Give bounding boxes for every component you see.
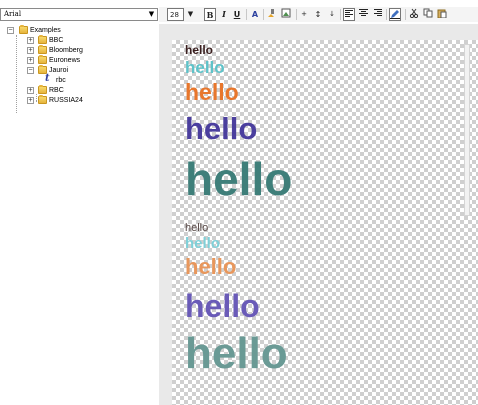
- align-right-icon[interactable]: [371, 8, 383, 21]
- subscript-button[interactable]: ↓: [327, 8, 337, 21]
- tree-item-label: RUSSIA24: [49, 97, 83, 104]
- hello-sample-1: hello: [185, 43, 214, 57]
- toolbar-separator: [296, 9, 297, 20]
- tree-item-rbc-text[interactable]: t rbc: [45, 73, 145, 85]
- tree-item-label: BBC: [49, 37, 64, 44]
- toolbar-separator: [263, 9, 264, 20]
- align-left-icon[interactable]: [343, 8, 355, 21]
- folder-icon: [19, 25, 28, 34]
- italic-button[interactable]: I: [218, 8, 230, 21]
- expand-icon[interactable]: +: [27, 47, 34, 54]
- expand-icon[interactable]: +: [27, 37, 34, 44]
- copy-icon[interactable]: [422, 8, 434, 21]
- expand-icon[interactable]: +: [27, 57, 34, 64]
- text-color-button[interactable]: A: [249, 8, 261, 21]
- superscript-button[interactable]: +: [299, 8, 309, 21]
- tree-item-label: Examples: [30, 27, 61, 34]
- toolbar-separator: [340, 9, 341, 20]
- folder-tree[interactable]: − Examples + BBC + Bloomberg + Euronews …: [0, 22, 158, 405]
- collapse-icon[interactable]: −: [27, 67, 34, 74]
- tree-item-label: rbc: [56, 77, 66, 84]
- folder-icon: [38, 85, 47, 94]
- cut-icon[interactable]: [408, 8, 420, 21]
- hello-sample-3: hello: [185, 79, 239, 105]
- font-family-value: Arial: [4, 10, 22, 18]
- folder-icon: [38, 95, 47, 104]
- hello-sample-10: hello: [185, 329, 288, 378]
- toolbar-separator: [386, 9, 387, 20]
- hello-sample-6: hello: [185, 222, 209, 234]
- chevron-down-icon[interactable]: ▼: [147, 9, 156, 20]
- tree-item-rbc[interactable]: + RBC: [27, 85, 147, 95]
- hello-sample-4: hello: [185, 111, 258, 146]
- font-size-select[interactable]: 28: [167, 8, 184, 21]
- toolbar-separator: [246, 9, 247, 20]
- vertical-scrollbar[interactable]: [464, 44, 470, 216]
- hello-sample-5: hello: [185, 153, 293, 205]
- tree-item-bloomberg[interactable]: + Bloomberg: [27, 45, 147, 55]
- font-size-value: 28: [170, 11, 179, 19]
- tree-item-russia24[interactable]: + RUSSIA24: [27, 95, 147, 105]
- highlight-icon[interactable]: [266, 8, 278, 21]
- folder-icon: [38, 55, 47, 64]
- text-item-icon: t: [45, 73, 50, 84]
- folder-icon: [38, 35, 47, 44]
- hello-sample-9: hello: [185, 288, 260, 324]
- font-family-select[interactable]: Arial ▼: [0, 8, 158, 21]
- hello-sample-2: hello: [185, 58, 225, 77]
- tree-item-label: RBC: [49, 87, 64, 94]
- toolbar-separator: [405, 9, 406, 20]
- edit-pencil-icon[interactable]: [389, 8, 401, 21]
- line-spacing-button[interactable]: ↕: [313, 8, 323, 21]
- tree-item-bbc[interactable]: + BBC: [27, 35, 147, 45]
- hello-sample-7: hello: [185, 235, 221, 252]
- chevron-down-icon[interactable]: ▼: [186, 8, 195, 21]
- expand-icon[interactable]: +: [27, 97, 34, 104]
- tree-item-label: Jauroi: [49, 67, 69, 74]
- folder-icon: [38, 45, 47, 54]
- tree-item-examples[interactable]: − Examples: [7, 25, 147, 35]
- collapse-icon[interactable]: −: [7, 27, 14, 34]
- image-icon[interactable]: [280, 8, 292, 21]
- format-toolbar: 28 ▼ B I U A + ↕ ↓: [159, 7, 478, 22]
- expand-icon[interactable]: +: [27, 87, 34, 94]
- tree-connector: [16, 35, 17, 113]
- underline-button[interactable]: U: [231, 8, 243, 21]
- bold-button[interactable]: B: [204, 8, 216, 21]
- tree-item-euronews[interactable]: + Euronews: [27, 55, 147, 65]
- align-center-icon[interactable]: [357, 8, 369, 21]
- tree-item-label: Bloomberg: [49, 47, 83, 54]
- tree-item-label: Euronews: [49, 57, 81, 64]
- hello-sample-8: hello: [185, 254, 237, 279]
- paste-icon[interactable]: [436, 8, 448, 21]
